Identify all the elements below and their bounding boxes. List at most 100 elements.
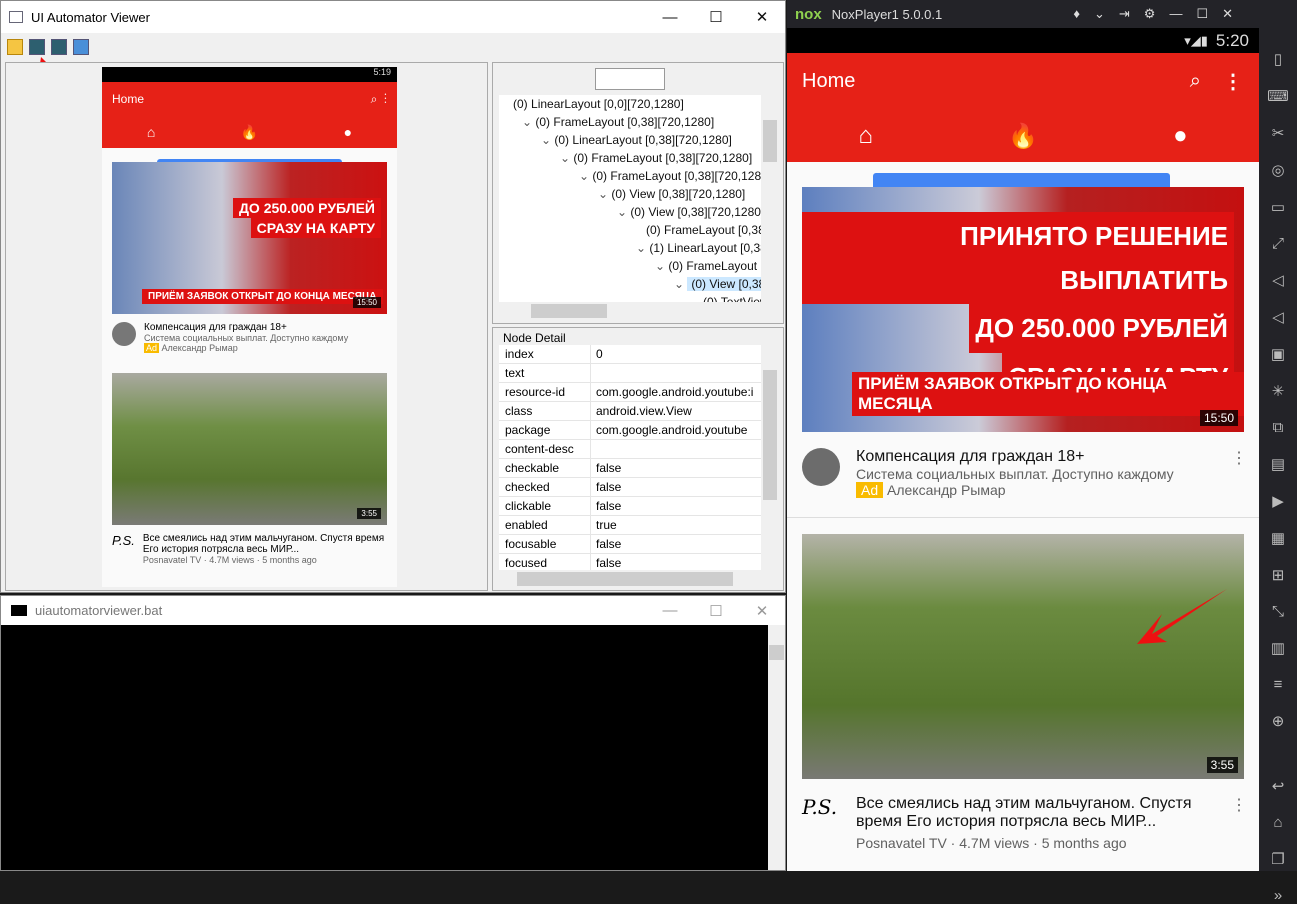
video-duration: 15:50	[352, 297, 381, 308]
channel-avatar[interactable]: P.S.	[802, 795, 840, 851]
expand-icon[interactable]: »	[1274, 887, 1282, 904]
video-title[interactable]: Компенсация для граждан 18+	[856, 448, 1174, 466]
hierarchy-search-box[interactable]	[595, 68, 665, 90]
console-scrollbar[interactable]	[768, 625, 785, 870]
back-icon[interactable]: ↩	[1272, 777, 1285, 795]
thumb-text: ПРИНЯТО РЕШЕНИЕ ВЫПЛАТИТЬ	[802, 212, 1234, 305]
close-button[interactable]: ✕	[739, 1, 785, 33]
tree-node[interactable]: ⌄ (0) FrameLayout [0,38][720,1280]	[499, 149, 761, 167]
multi-instance-icon[interactable]: ⧉	[1273, 419, 1284, 436]
record-icon[interactable]: ▤	[1271, 455, 1285, 473]
tree-node[interactable]: (0) TextView[	[499, 293, 761, 302]
detail-row[interactable]: checked false	[499, 478, 761, 497]
detail-row[interactable]: package com.google.android.youtube	[499, 421, 761, 440]
toolbox-icon[interactable]: ▦	[1271, 529, 1285, 547]
tree-node[interactable]: ⌄ (0) LinearLayout [0,38][720,1280]	[499, 131, 761, 149]
tree-node-label: (0) FrameLayout [0,38][720,1280]	[535, 115, 715, 129]
device-screenshot-icon[interactable]	[29, 39, 45, 55]
tree-node[interactable]: ⌄ (0) FrameLayout [0,38][720,1280]	[499, 167, 761, 185]
menu-icon[interactable]: ≡	[1274, 676, 1283, 693]
expand-chevron-icon[interactable]: ⌄	[541, 133, 554, 147]
sync-icon[interactable]: ⤡	[1272, 603, 1284, 620]
tab-home[interactable]: ⌂	[787, 110, 944, 162]
tab-account[interactable]: ●	[1102, 110, 1259, 162]
tree-node[interactable]: ⌄ (0) View [0,38][720,1280]	[499, 185, 761, 203]
apk-icon[interactable]: ▣	[1271, 345, 1285, 363]
video-menu-icon[interactable]: ⋮	[1231, 795, 1247, 815]
tree-node[interactable]: (0) LinearLayout [0,0][720,1280]	[499, 95, 761, 113]
more-options-icon[interactable]: ⋮	[1223, 69, 1243, 94]
device-screenshot[interactable]: 5:19 Home⌕ ⋮ ⌂🔥● Discover what's trendin…	[102, 67, 397, 587]
expand-chevron-icon[interactable]: ⌄	[579, 169, 592, 183]
tree-node[interactable]: ⌄ (0) View [0,38][72	[499, 275, 761, 293]
chart-icon[interactable]: ▥	[1271, 639, 1285, 657]
detail-row[interactable]: content-desc	[499, 440, 761, 459]
controller-icon[interactable]: ⊞	[1272, 566, 1285, 584]
minimize-button[interactable]: —	[647, 1, 693, 33]
location-icon[interactable]: ◎	[1271, 161, 1284, 179]
tree-node-label: (0) TextView[	[703, 295, 761, 302]
tree-vscrollbar[interactable]	[761, 95, 779, 302]
detail-row[interactable]: clickable false	[499, 497, 761, 516]
expand-chevron-icon[interactable]: ⌄	[522, 115, 535, 129]
scissors-icon[interactable]: ✂	[1272, 124, 1285, 142]
fullscreen-icon[interactable]: ⤢	[1272, 235, 1284, 252]
video-thumbnail-1[interactable]: ПРИНЯТО РЕШЕНИЕ ВЫПЛАТИТЬ ДО 250.000 РУБ…	[802, 187, 1244, 432]
hierarchy-tree[interactable]: (0) LinearLayout [0,0][720,1280] ⌄ (0) Fr…	[499, 95, 761, 302]
expand-chevron-icon[interactable]: ⌄	[560, 151, 573, 165]
volume-up-icon[interactable]: ◁	[1272, 271, 1284, 289]
title-bar: UI Automator Viewer — ☐ ✕	[1, 1, 785, 33]
tree-node[interactable]: ⌄ (0) FrameLayout [0,38][720,1280]	[499, 113, 761, 131]
detail-row[interactable]: class android.view.View	[499, 402, 761, 421]
tree-node[interactable]: ⌄ (0) View [0,38][720,1280]	[499, 203, 761, 221]
keyboard-icon[interactable]: ⌨	[1267, 87, 1289, 105]
tree-node[interactable]: (0) FrameLayout [0,38][7	[499, 221, 761, 239]
detail-row[interactable]: index 0	[499, 345, 761, 364]
save-icon[interactable]	[73, 39, 89, 55]
tree-node[interactable]: ⌄ (0) FrameLayout [0,3	[499, 257, 761, 275]
home-icon[interactable]: ⌂	[1273, 814, 1282, 831]
video-title[interactable]: Все смеялись над этим мальчуганом. Спуст…	[856, 795, 1214, 831]
detail-row[interactable]: enabled true	[499, 516, 761, 535]
expand-chevron-icon[interactable]: ⌄	[636, 241, 649, 255]
expand-chevron-icon[interactable]: ⌄	[617, 205, 630, 219]
detail-row[interactable]: resource-id com.google.android.youtube:i	[499, 383, 761, 402]
video-thumbnail-2[interactable]: 3:55	[112, 373, 387, 525]
screen-icon[interactable]: ▭	[1271, 198, 1285, 216]
maximize-button[interactable]: ☐	[693, 596, 739, 625]
channel-avatar[interactable]	[802, 448, 840, 486]
channel-avatar: P.S.	[112, 533, 135, 548]
thumb-text: ПРИЁМ ЗАЯВОК ОТКРЫТ ДО КОНЦА МЕСЯЦА	[142, 289, 383, 304]
detail-row[interactable]: focused false	[499, 554, 761, 570]
tab-trending[interactable]: 🔥	[944, 110, 1101, 162]
minimize-button[interactable]: —	[647, 596, 693, 625]
search-icon[interactable]: ⌕	[1190, 70, 1201, 93]
video-icon[interactable]: ▶	[1272, 492, 1284, 510]
device-screenshot-compressed-icon[interactable]	[51, 39, 67, 55]
expand-chevron-icon[interactable]: ⌄	[674, 277, 687, 291]
video-menu-icon[interactable]: ⋮	[1231, 448, 1247, 468]
node-detail-table[interactable]: index 0 text resource-id com.google.android.…	[499, 345, 761, 570]
video-thumbnail-1[interactable]: ДО 250.000 РУБЛЕЙ СРАЗУ НА КАРТУ ПРИЁМ ЗА…	[112, 162, 387, 314]
detail-hscrollbar[interactable]	[499, 570, 761, 588]
video-title[interactable]: Все смеялись над этим мальчуганом. Спуст…	[143, 533, 387, 555]
volume-down-icon[interactable]: ◁	[1272, 308, 1284, 326]
expand-chevron-icon[interactable]: ⌄	[598, 187, 611, 201]
detail-row[interactable]: text	[499, 364, 761, 383]
detail-row[interactable]: focusable false	[499, 535, 761, 554]
shake-icon[interactable]: ✳	[1272, 382, 1285, 400]
detail-value	[591, 440, 596, 458]
open-icon[interactable]	[7, 39, 23, 55]
expand-chevron-icon[interactable]: ⌄	[655, 259, 668, 273]
video-thumbnail-2[interactable]: 3:55	[802, 534, 1244, 779]
tree-node[interactable]: ⌄ (1) LinearLayout [0,38][7	[499, 239, 761, 257]
tree-hscrollbar[interactable]	[499, 302, 761, 320]
detail-row[interactable]: checkable false	[499, 459, 761, 478]
add-icon[interactable]: ⊕	[1272, 712, 1285, 730]
maximize-button[interactable]: ☐	[693, 1, 739, 33]
detail-vscrollbar[interactable]	[761, 345, 779, 570]
video-title[interactable]: Компенсация для граждан 18+	[144, 322, 348, 333]
phone-icon[interactable]: ▯	[1274, 50, 1282, 68]
recents-icon[interactable]: ❐	[1271, 850, 1284, 868]
close-button[interactable]: ✕	[739, 596, 785, 625]
